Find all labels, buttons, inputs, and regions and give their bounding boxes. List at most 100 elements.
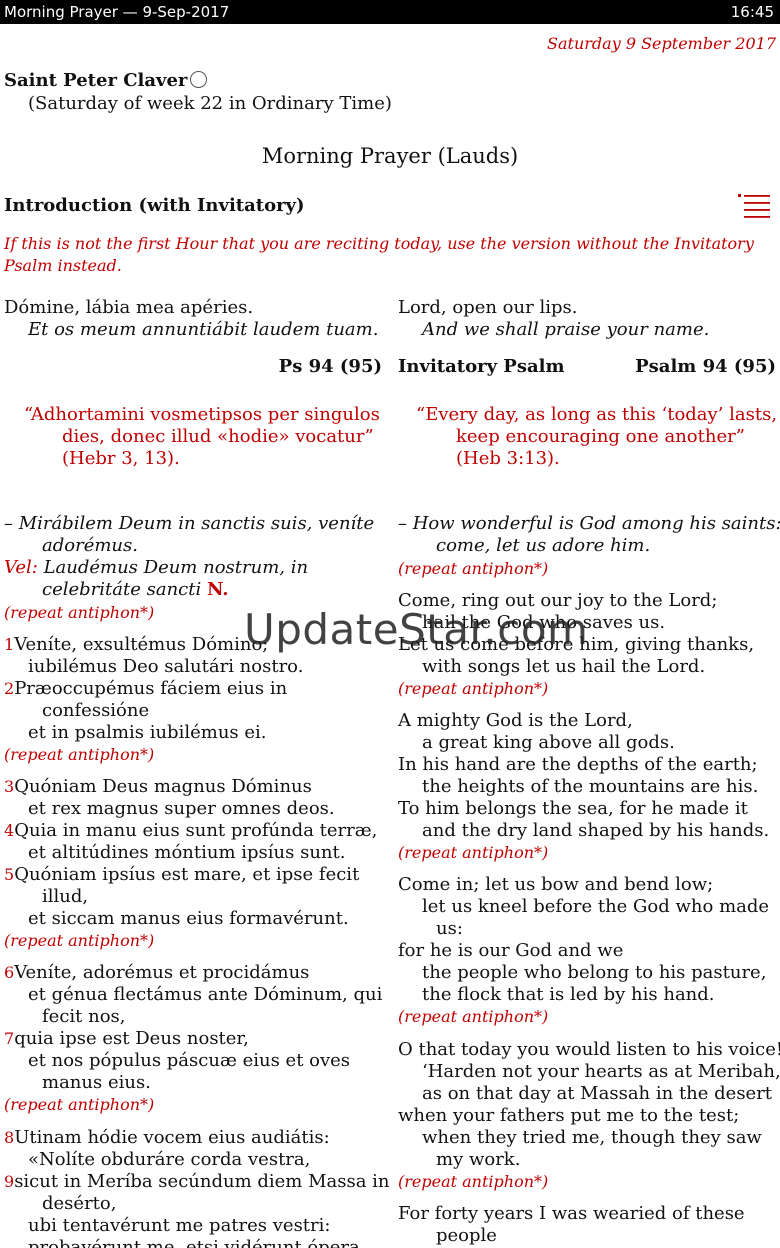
verse-number: 5 (4, 865, 15, 884)
latin-antiphon-3: (Hebr 3, 13). (62, 448, 180, 469)
latin-verse-4: 4Quia in manu eius sunt profúnda terræ, (4, 820, 377, 842)
english-stanza-3d: for he is our God and we (398, 940, 624, 961)
latin-ant-line-4: celebritáte sancti N. (42, 579, 229, 601)
english-stanza-4d: when your fathers put me to the test; (398, 1105, 740, 1126)
english-antiphon-3: (Heb 3:13). (456, 448, 560, 469)
english-stanza-4b: ‘Harden not your hearts as at Meribah, (422, 1061, 780, 1082)
hour-title: Morning Prayer (Lauds) (261, 144, 519, 168)
latin-verse-9b: desérto, (42, 1193, 117, 1214)
latin-verse-5b: illud, (42, 886, 89, 907)
latin-opening-1: Dómine, lábia mea apéries. (4, 297, 254, 318)
latin-verse-2c: et in psalmis iubilémus ei. (28, 722, 267, 743)
latin-verse-4b: et altitúdines móntium ipsíus sunt. (28, 842, 346, 863)
english-repeat: (repeat antiphon*) (398, 559, 549, 578)
english-stanza-4e: when they tried me, though they saw (422, 1127, 762, 1148)
english-stanza-3e: the people who belong to his pasture, (422, 962, 767, 983)
latin-verse-5c: et siccam manus eius formavérunt. (28, 908, 349, 929)
latin-verse-5: 5Quóniam ipsíus est mare, et ipse fecit (4, 864, 359, 886)
english-stanza-3a: Come in; let us bow and bend low; (398, 874, 714, 895)
verse-text: Veníte, exsultémus Dómino; (14, 634, 269, 655)
english-opening-1: Lord, open our lips. (398, 297, 578, 318)
english-opening-2: And we shall praise your name. (422, 319, 710, 340)
latin-verse-1b: iubilémus Deo salutári nostro. (28, 656, 304, 677)
verse-number: 7 (4, 1029, 15, 1048)
verse-number: 3 (4, 777, 15, 796)
latin-verse-8b: «Nolíte obduráre corda vestra, (28, 1149, 311, 1170)
latin-verse-9c: ubi tentavérunt me patres vestri: (28, 1215, 331, 1236)
english-stanza-2d: the heights of the mountains are his. (422, 776, 759, 797)
english-stanza-5a: For forty years I was wearied of these (398, 1203, 745, 1224)
latin-verse-6: 6Veníte, adorémus et procidámus (4, 962, 309, 984)
verse-text: sicut in Meríba secúndum diem Massa in (14, 1171, 390, 1192)
invitatory-title: Invitatory Psalm (398, 356, 565, 377)
latin-verse-6c: fecit nos, (42, 1006, 126, 1027)
saint-title: Saint Peter Claver (4, 70, 188, 91)
latin-verse-2: 2Præoccupémus fáciem eius in (4, 678, 287, 700)
verse-number: 4 (4, 821, 15, 840)
verse-text: Quóniam Deus magnus Dóminus (14, 776, 312, 797)
english-stanza-2e: To him belongs the sea, for he made it (398, 798, 748, 819)
latin-verse-2b: confessióne (42, 700, 150, 721)
status-title: Morning Prayer — 9-Sep-2017 (4, 3, 230, 21)
verse-text: Præoccupémus fáciem eius in (14, 678, 288, 699)
latin-antiphon-2: dies, donec illud «hodie» vocatur” (62, 426, 374, 447)
english-stanza-4a: O that today you would listen to his voi… (398, 1039, 780, 1060)
latin-antiphon-1: “Adhortamini vosmetipsos per singulos (24, 404, 380, 425)
english-stanza-2f: and the dry land shaped by his hands. (422, 820, 770, 841)
verse-text: quia ipse est Deus noster, (14, 1028, 249, 1049)
latin-verse-1: 1Veníte, exsultémus Dómino; (4, 634, 268, 656)
date-label: Saturday 9 September 2017 (547, 34, 776, 53)
latin-repeat: (repeat antiphon*) (4, 1095, 155, 1114)
latin-repeat: (repeat antiphon*) (4, 931, 155, 950)
saint-placeholder: N. (206, 579, 229, 600)
rubric-note: If this is not the first Hour that you a… (4, 234, 754, 275)
verse-number: 8 (4, 1128, 15, 1147)
verse-number: 9 (4, 1172, 15, 1191)
circle-icon[interactable] (190, 71, 208, 88)
english-stanza-5b: people (436, 1225, 497, 1246)
section-title: Introduction (with Invitatory) (4, 195, 305, 216)
verse-number: 2 (4, 679, 15, 698)
latin-psalm-ref: Ps 94 (95) (278, 356, 382, 377)
english-antiphon-2: keep encouraging one another” (456, 426, 745, 447)
english-antiphon-1: “Every day, as long as this ‘today’ last… (416, 404, 778, 425)
latin-verse-6b: et génua flectámus ante Dóminum, qui (28, 984, 383, 1005)
latin-verse-7: 7quia ipse est Deus noster, (4, 1028, 249, 1050)
latin-verse-8: 8Utinam hódie vocem eius audiátis: (4, 1127, 330, 1149)
english-stanza-1d: with songs let us hail the Lord. (422, 656, 706, 677)
verse-text: Utinam hódie vocem eius audiátis: (14, 1127, 330, 1148)
english-psalm-ref: Psalm 94 (95) (635, 356, 776, 377)
verse-text: Quóniam ipsíus est mare, et ipse fecit (14, 864, 360, 885)
latin-verse-7c: manus eius. (42, 1072, 151, 1093)
latin-ant-vel: Vel: Laudémus Deum nostrum, in (4, 557, 308, 579)
english-ant-line-1: – How wonderful is God among his saints: (398, 513, 780, 534)
english-repeat: (repeat antiphon*) (398, 1007, 549, 1026)
status-time: 16:45 (730, 3, 774, 21)
latin-ant-line-2: adorémus. (42, 535, 138, 556)
latin-verse-3: 3Quóniam Deus magnus Dóminus (4, 776, 312, 798)
english-repeat: (repeat antiphon*) (398, 679, 549, 698)
latin-opening-2: Et os meum annuntiábit laudem tuam. (28, 319, 379, 340)
latin-verse-9d: probavérunt me, etsi vidérunt ópera (28, 1237, 360, 1248)
list-menu-icon[interactable] (738, 192, 770, 218)
english-stanza-4f: my work. (436, 1149, 521, 1170)
latin-repeat: (repeat antiphon*) (4, 603, 155, 622)
saint-name: Saint Peter Claver (4, 70, 208, 91)
english-ant-line-2: come, let us adore him. (436, 535, 651, 556)
english-stanza-2b: a great king above all gods. (422, 732, 675, 753)
latin-verse-7b: et nos pópulus páscuæ eius et oves (28, 1050, 351, 1071)
verse-text: Veníte, adorémus et procidámus (14, 962, 310, 983)
english-repeat: (repeat antiphon*) (398, 843, 549, 862)
english-repeat: (repeat antiphon*) (398, 1172, 549, 1191)
english-stanza-2a: A mighty God is the Lord, (398, 710, 633, 731)
english-stanza-3b: let us kneel before the God who made (422, 896, 770, 917)
english-stanza-2c: In his hand are the depths of the earth; (398, 754, 758, 775)
status-bar: Morning Prayer — 9-Sep-2017 16:45 (0, 0, 780, 24)
vel-text: Laudémus Deum nostrum, in (43, 557, 309, 578)
verse-number: 1 (4, 635, 15, 654)
verse-number: 6 (4, 963, 15, 982)
vel-label: Vel: (4, 557, 38, 578)
latin-verse-9: 9sicut in Meríba secúndum diem Massa in (4, 1171, 390, 1193)
english-stanza-3c: us: (436, 918, 463, 939)
liturgical-day: (Saturday of week 22 in Ordinary Time) (28, 93, 392, 114)
